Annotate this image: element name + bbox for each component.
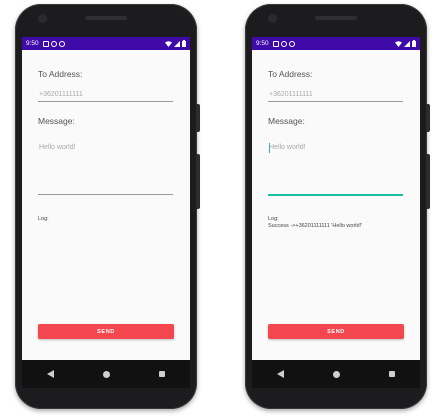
home-icon[interactable] xyxy=(332,370,340,378)
navigation-bar xyxy=(252,360,420,388)
to-address-input[interactable]: +36201111111 xyxy=(39,91,83,98)
back-icon[interactable] xyxy=(276,370,284,378)
wifi-icon xyxy=(395,40,402,47)
message-underline xyxy=(268,194,403,196)
log-label: Log: xyxy=(38,216,49,222)
signal-icon xyxy=(174,40,180,47)
settings-icon xyxy=(50,40,57,47)
camera-icon xyxy=(38,14,47,23)
speaker-grille xyxy=(85,16,127,20)
battery-icon xyxy=(412,40,416,47)
to-address-underline xyxy=(268,101,403,102)
recents-icon[interactable] xyxy=(159,371,166,377)
message-label: Message: xyxy=(38,116,75,126)
volume-button xyxy=(426,154,430,209)
home-icon[interactable] xyxy=(102,370,110,378)
to-address-input[interactable]: +36201111111 xyxy=(269,91,313,98)
wifi-icon xyxy=(165,40,172,47)
power-button xyxy=(426,104,430,132)
status-time: 9:50 xyxy=(26,40,39,47)
phone-left: 9:50 To Address: +36201111111 Message: H… xyxy=(15,4,200,409)
settings-icon xyxy=(280,40,287,47)
navigation-bar xyxy=(22,360,190,388)
send-button[interactable]: SEND xyxy=(268,324,404,339)
battery-icon xyxy=(182,40,186,47)
screen: 9:50 To Address: +36201111111 Message: H… xyxy=(22,37,190,360)
to-address-underline xyxy=(38,101,173,102)
signal-icon xyxy=(404,40,410,47)
message-underline xyxy=(38,194,173,195)
status-time: 9:50 xyxy=(256,40,269,47)
status-bar: 9:50 xyxy=(22,37,190,50)
screen: 9:50 To Address: +36201111111 Message: H… xyxy=(252,37,420,360)
speaker-grille xyxy=(315,16,357,20)
send-button[interactable]: SEND xyxy=(38,324,174,339)
log-area: Log: Success ->+36201111111 'Hello world… xyxy=(268,216,362,230)
status-bar: 9:50 xyxy=(252,37,420,50)
message-input[interactable]: Hello world! xyxy=(39,144,76,151)
power-button xyxy=(196,104,200,132)
to-address-label: To Address: xyxy=(38,69,83,79)
back-icon[interactable] xyxy=(46,370,54,378)
notification-icon xyxy=(42,40,49,47)
log-label: Log: xyxy=(268,216,279,222)
sync-icon xyxy=(58,40,65,47)
phone-right: 9:50 To Address: +36201111111 Message: H… xyxy=(245,4,430,409)
log-area: Log: xyxy=(38,216,49,223)
sync-icon xyxy=(288,40,295,47)
notification-icon xyxy=(272,40,279,47)
message-input[interactable]: Hello world! xyxy=(269,144,306,151)
camera-icon xyxy=(268,14,277,23)
message-label: Message: xyxy=(268,116,305,126)
to-address-label: To Address: xyxy=(268,69,313,79)
volume-button xyxy=(196,154,200,209)
log-output: Success ->+36201111111 'Hello world!' xyxy=(268,223,363,229)
recents-icon[interactable] xyxy=(389,371,396,377)
